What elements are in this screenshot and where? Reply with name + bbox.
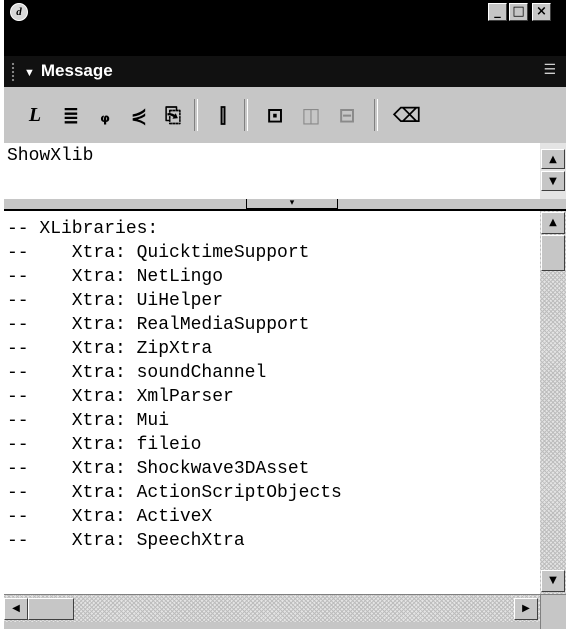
toolbar-separator — [374, 99, 378, 131]
output-horizontal-scrollbar[interactable]: ◀ ▶ — [4, 594, 540, 622]
output-line: -- Xtra: soundChannel — [7, 363, 267, 383]
debug-icon[interactable]: ⊡ — [260, 101, 290, 129]
message-input-text[interactable]: ShowXlib — [7, 146, 93, 166]
message-toolbar: L ≣ ᵩ ⋞ ⎘ ⫿ ⊡ ◫ ⊟ ⌫ — [4, 87, 566, 143]
output-line: -- Xtra: ActiveX — [7, 507, 213, 527]
output-scroll-up-button[interactable]: ▲ — [541, 212, 565, 234]
trace-icon[interactable]: ⎘ — [158, 101, 188, 129]
output-line: -- Xtra: XmlParser — [7, 387, 234, 407]
panel-header[interactable]: ▼ Message ☰ — [4, 56, 566, 87]
maximize-button[interactable]: □ — [509, 3, 528, 21]
output-line: -- XLibraries: — [7, 219, 159, 239]
output-line: -- Xtra: SpeechXtra — [7, 531, 245, 551]
toolbar-separator — [244, 99, 248, 131]
output-line: -- Xtra: Mui — [7, 411, 170, 431]
window-bottom-edge — [4, 622, 540, 629]
output-scroll-down-button[interactable]: ▼ — [541, 570, 565, 592]
output-line: -- Xtra: fileio — [7, 435, 202, 455]
output-line: -- Xtra: ActionScriptObjects — [7, 483, 342, 503]
collapse-triangle-icon[interactable]: ▼ — [24, 67, 35, 79]
inspect-icon[interactable]: ⊟ — [332, 101, 362, 129]
output-line: -- Xtra: ZipXtra — [7, 339, 213, 359]
drag-grip-icon[interactable] — [11, 62, 15, 82]
horizontal-scroll-thumb[interactable] — [28, 598, 74, 620]
output-vertical-scrollbar[interactable]: ▲ ▼ — [540, 211, 566, 594]
toolbar-separator — [194, 99, 198, 131]
director-app-icon[interactable]: d — [10, 3, 28, 21]
watch-icon[interactable]: ◫ — [296, 101, 326, 129]
minimize-button[interactable]: _ — [488, 3, 507, 21]
categorized-lingo-icon[interactable]: ᵩ — [90, 101, 120, 129]
output-line: -- Xtra: Shockwave3DAsset — [7, 459, 310, 479]
output-pane[interactable]: -- XLibraries: -- Xtra: QuicktimeSupport -… — [4, 211, 540, 594]
input-scroll-down-button[interactable]: ▼ — [541, 171, 565, 191]
go-to-handler-icon[interactable]: ⫿ — [208, 101, 238, 129]
scripting-xtras-icon[interactable]: ⋞ — [124, 101, 154, 129]
scroll-left-button[interactable]: ◀ — [4, 598, 28, 620]
output-scroll-thumb[interactable] — [541, 235, 565, 271]
panel-title-label: Message — [40, 61, 113, 80]
output-line: -- Xtra: RealMediaSupport — [7, 315, 310, 335]
input-scroll-up-button[interactable]: ▲ — [541, 149, 565, 169]
pane-splitter[interactable]: ▾ — [4, 199, 566, 211]
panel-options-menu-icon[interactable]: ☰ — [543, 62, 556, 78]
title-bar-extension — [4, 24, 566, 56]
output-line: -- Xtra: QuicktimeSupport — [7, 243, 310, 263]
splitter-handle[interactable]: ▾ — [246, 199, 338, 209]
alphabetical-lingo-icon[interactable]: ≣ — [56, 101, 86, 129]
close-button[interactable]: × — [532, 3, 551, 21]
input-vertical-scrollbar[interactable]: ▲ ▼ — [540, 143, 566, 199]
message-window: d _ □ × ▼ Message ☰ L ≣ ᵩ ⋞ ⎘ ⫿ ⊡ ◫ ⊟ ⌫ S… — [4, 0, 566, 629]
scroll-right-button[interactable]: ▶ — [514, 598, 538, 620]
message-input-pane[interactable]: ShowXlib — [4, 143, 540, 199]
output-line: -- Xtra: UiHelper — [7, 291, 224, 311]
clear-icon[interactable]: ⌫ — [392, 101, 422, 129]
resize-corner[interactable] — [540, 594, 566, 629]
lingo-menu-icon[interactable]: L — [20, 101, 50, 129]
output-lines: -- XLibraries: -- Xtra: QuicktimeSupport -… — [7, 217, 342, 553]
panel-title[interactable]: ▼ Message — [24, 61, 113, 81]
title-bar[interactable]: d _ □ × — [4, 0, 566, 24]
output-line: -- Xtra: NetLingo — [7, 267, 224, 287]
